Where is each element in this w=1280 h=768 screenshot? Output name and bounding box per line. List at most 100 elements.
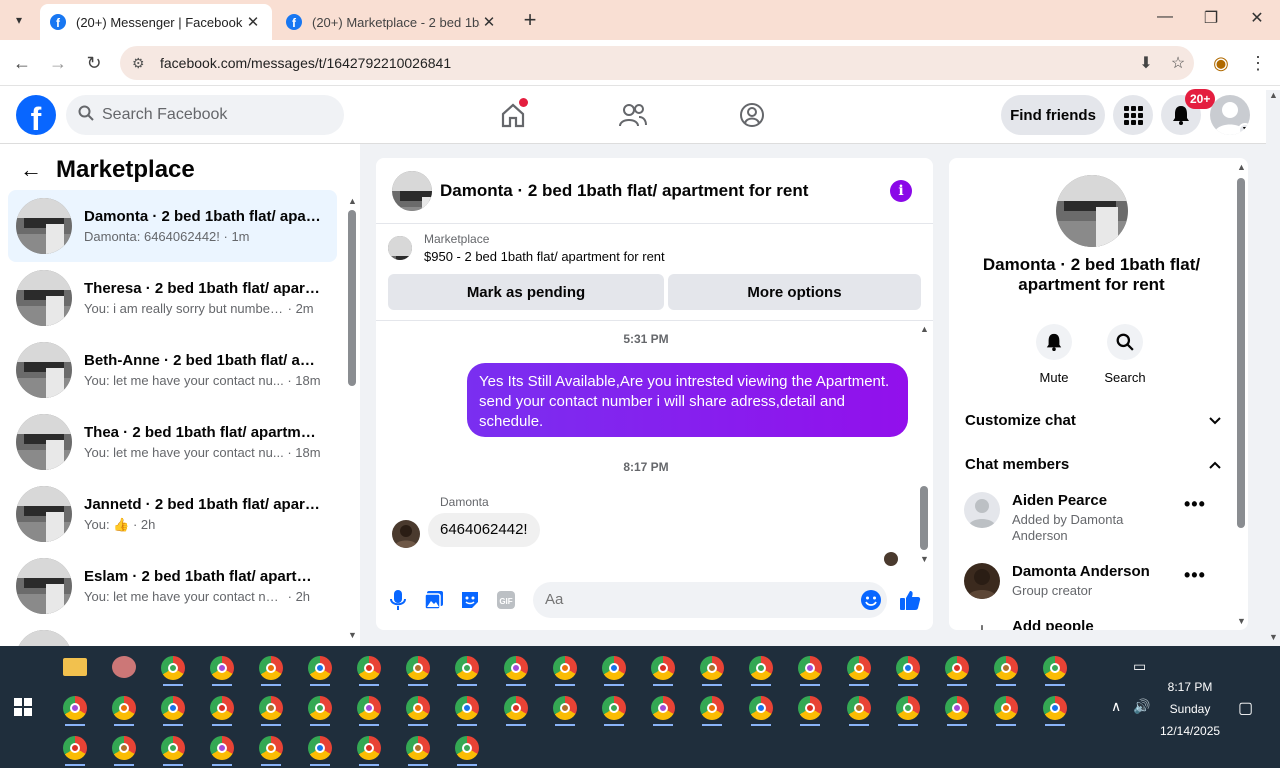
chrome-window-icon[interactable] (210, 696, 234, 726)
scroll-up-icon[interactable]: ▲ (920, 324, 929, 334)
scroll-down-icon[interactable]: ▼ (920, 554, 929, 564)
chrome-window-icon[interactable] (161, 736, 185, 766)
chrome-window-icon[interactable] (406, 736, 430, 766)
member-row[interactable]: Aiden Pearce Added by Damonta Anderson •… (964, 492, 1220, 544)
chrome-window-icon[interactable] (847, 656, 871, 686)
thumbs-up-icon[interactable] (898, 588, 922, 612)
chat-scrollbar[interactable]: ▲ ▼ (918, 324, 930, 564)
close-tab-icon[interactable]: ✕ (480, 13, 498, 31)
find-friends-button[interactable]: Find friends (1001, 95, 1105, 135)
new-tab-button[interactable]: + (518, 8, 542, 32)
chrome-window-icon[interactable] (602, 656, 626, 686)
chrome-window-icon[interactable] (798, 696, 822, 726)
chat-listing-thumbnail[interactable] (392, 170, 432, 211)
chrome-window-icon[interactable] (112, 696, 136, 726)
add-people-button[interactable]: ＋ Add people (964, 618, 1220, 630)
chrome-window-icon[interactable] (308, 736, 332, 766)
page-scrollbar[interactable]: ▲ ▼ (1266, 90, 1280, 646)
chrome-window-icon[interactable] (798, 656, 822, 686)
chrome-window-icon[interactable] (651, 696, 675, 726)
chrome-window-icon[interactable] (259, 696, 283, 726)
scrollbar-thumb[interactable] (920, 486, 928, 550)
facebook-logo[interactable]: f (16, 95, 56, 135)
install-app-icon[interactable]: ⬇ (1130, 53, 1162, 73)
chrome-window-icon[interactable] (406, 696, 430, 726)
group-photo[interactable] (1056, 175, 1128, 247)
scroll-down-icon[interactable]: ▼ (1269, 632, 1278, 642)
info-scrollbar[interactable]: ▲ ▼ (1235, 162, 1247, 626)
chrome-window-icon[interactable] (455, 736, 479, 766)
chrome-window-icon[interactable] (847, 696, 871, 726)
outgoing-message-bubble[interactable]: Yes Its Still Available,Are you intreste… (467, 363, 908, 437)
marketplace-listing-row[interactable]: Marketplace $950 - 2 bed 1bath flat/ apa… (388, 232, 665, 264)
chrome-window-icon[interactable] (553, 696, 577, 726)
chrome-window-icon[interactable] (945, 696, 969, 726)
chrome-window-icon[interactable] (1043, 696, 1067, 726)
conversation-item[interactable]: Eslam · 2 bed 1bath flat/ apartment for … (8, 550, 337, 622)
gif-icon[interactable]: GIF (494, 588, 518, 612)
customize-chat-section[interactable]: Customize chat (965, 406, 1221, 434)
chrome-window-icon[interactable] (259, 656, 283, 686)
chrome-window-icon[interactable] (161, 656, 185, 686)
app-icon[interactable] (112, 656, 136, 678)
chat-members-section[interactable]: Chat members (965, 450, 1221, 478)
taskbar-clock[interactable]: 8:17 PM Sunday 12/14/2025 (1160, 676, 1220, 742)
incoming-message-bubble[interactable]: 6464062442! (428, 513, 540, 547)
tab-messenger[interactable]: f (20+) Messenger | Facebook ✕ (40, 4, 272, 40)
scroll-down-icon[interactable]: ▼ (1237, 616, 1246, 626)
scroll-up-icon[interactable]: ▲ (1269, 90, 1278, 100)
conversation-item[interactable]: Damonta · 2 bed 1bath flat/ apartment fo… (8, 190, 337, 262)
chrome-window-icon[interactable] (161, 696, 185, 726)
chrome-window-icon[interactable] (651, 656, 675, 686)
home-icon[interactable] (498, 98, 528, 130)
chrome-window-icon[interactable] (896, 656, 920, 686)
chrome-window-icon[interactable] (210, 736, 234, 766)
friends-icon[interactable] (618, 100, 648, 130)
chrome-window-icon[interactable] (602, 696, 626, 726)
close-window-button[interactable]: ✕ (1242, 8, 1272, 28)
chrome-window-icon[interactable] (749, 696, 773, 726)
chrome-window-icon[interactable] (700, 656, 724, 686)
chrome-window-icon[interactable] (504, 656, 528, 686)
conversation-item[interactable]: Theresa · 2 bed 1bath flat/ apartment fo… (8, 262, 337, 334)
notification-center-icon[interactable]: ▢ (1238, 698, 1253, 718)
tab-marketplace[interactable]: f (20+) Marketplace - 2 bed 1bath ✕ (276, 4, 508, 40)
chat-title[interactable]: Damonta · 2 bed 1bath flat/ apartment fo… (440, 181, 808, 201)
reload-button[interactable]: ↻ (81, 50, 107, 76)
chrome-window-icon[interactable] (63, 736, 87, 766)
file-explorer-icon[interactable] (63, 658, 87, 676)
chrome-window-icon[interactable] (112, 736, 136, 766)
tray-overflow-icon[interactable]: ∧ (1111, 698, 1121, 715)
address-bar[interactable]: ⚙ facebook.com/messages/t/16427922100268… (120, 46, 1194, 80)
message-input[interactable] (533, 582, 887, 618)
scrollbar-thumb[interactable] (348, 210, 356, 386)
chrome-window-icon[interactable] (945, 656, 969, 686)
chrome-window-icon[interactable] (210, 656, 234, 686)
windows-start-icon[interactable] (14, 698, 32, 716)
conversation-item[interactable]: Jannetd · 2 bed 1bath flat/ apartment fo… (8, 478, 337, 550)
photo-icon[interactable] (422, 588, 446, 612)
mute-button[interactable]: Mute (1024, 324, 1084, 385)
minimize-button[interactable]: — (1150, 8, 1180, 26)
scroll-down-icon[interactable]: ▼ (348, 630, 357, 640)
chrome-window-icon[interactable] (1043, 656, 1067, 686)
chrome-window-icon[interactable] (455, 696, 479, 726)
sticker-icon[interactable] (458, 588, 482, 612)
menu-grid-icon[interactable] (1113, 95, 1153, 135)
chrome-window-icon[interactable] (749, 656, 773, 686)
search-in-chat-button[interactable]: Search (1095, 324, 1155, 385)
back-button[interactable]: ← (9, 50, 35, 76)
chrome-window-icon[interactable] (504, 696, 528, 726)
network-icon[interactable]: ▭ (1133, 658, 1146, 675)
close-tab-icon[interactable]: ✕ (244, 13, 262, 31)
chrome-window-icon[interactable] (406, 656, 430, 686)
menu-kebab-icon[interactable]: ⋮ (1247, 52, 1269, 74)
chrome-window-icon[interactable] (553, 656, 577, 686)
scrollbar-thumb[interactable] (1237, 178, 1245, 528)
chrome-window-icon[interactable] (308, 696, 332, 726)
chrome-window-icon[interactable] (455, 656, 479, 686)
microphone-icon[interactable] (386, 588, 410, 612)
conversation-item[interactable]: Thea · 2 bed 1bath flat/ apartment for r… (8, 406, 337, 478)
chrome-window-icon[interactable] (259, 736, 283, 766)
chrome-window-icon[interactable] (700, 696, 724, 726)
